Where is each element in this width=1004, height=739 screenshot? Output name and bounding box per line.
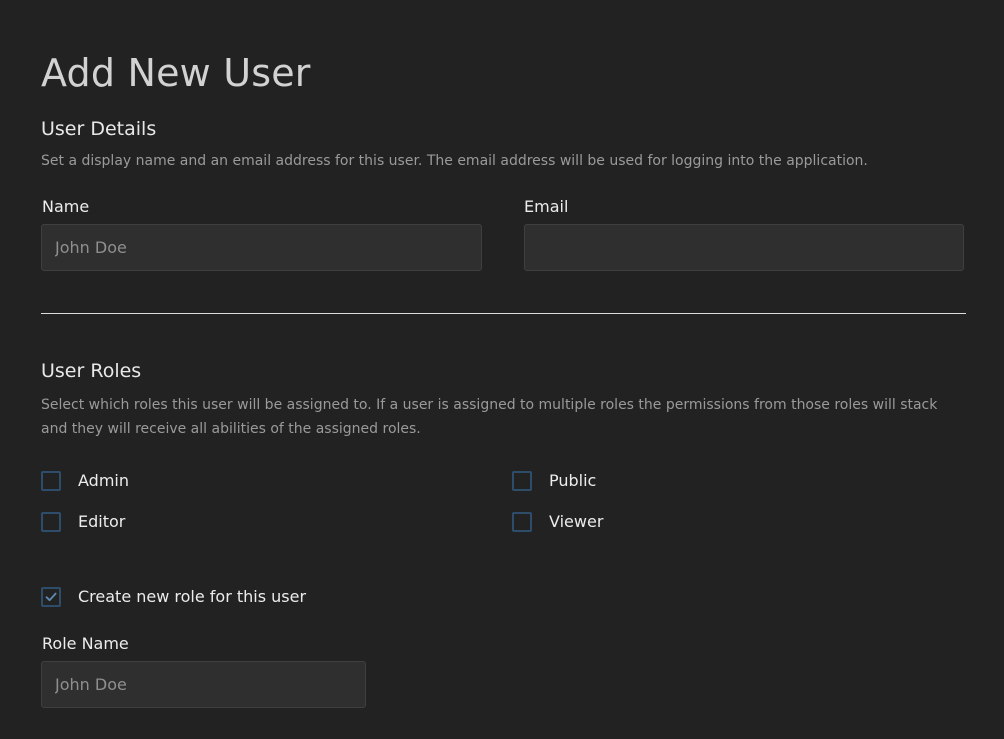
viewer-checkbox-label: Viewer <box>549 512 604 531</box>
editor-checkbox-label: Editor <box>78 512 126 531</box>
section-divider <box>41 313 966 314</box>
role-checkbox-editor[interactable]: Editor <box>41 511 125 533</box>
create-role-checkbox-label: Create new role for this user <box>78 587 307 606</box>
user-details-heading: User Details <box>41 118 157 140</box>
email-input[interactable] <box>524 224 964 271</box>
admin-checkbox-label: Admin <box>78 471 129 490</box>
email-label: Email <box>524 197 569 216</box>
check-icon <box>45 592 57 602</box>
public-checkbox-box[interactable] <box>512 471 532 491</box>
create-role-checkbox[interactable]: Create new role for this user <box>41 586 306 608</box>
user-details-description: Set a display name and an email address … <box>41 153 868 169</box>
admin-checkbox-box[interactable] <box>41 471 61 491</box>
create-role-checkbox-box[interactable] <box>41 587 61 607</box>
viewer-checkbox-box[interactable] <box>512 512 532 532</box>
role-name-input[interactable] <box>41 661 366 708</box>
public-checkbox-label: Public <box>549 471 597 490</box>
name-input[interactable] <box>41 224 482 271</box>
role-checkbox-viewer[interactable]: Viewer <box>512 511 603 533</box>
role-checkbox-public[interactable]: Public <box>512 470 596 492</box>
user-roles-description: Select which roles this user will be ass… <box>41 397 938 437</box>
role-name-label: Role Name <box>42 634 129 653</box>
name-label: Name <box>42 197 90 216</box>
user-roles-heading: User Roles <box>41 360 142 382</box>
editor-checkbox-box[interactable] <box>41 512 61 532</box>
role-checkbox-admin[interactable]: Admin <box>41 470 129 492</box>
page-title: Add New User <box>41 51 311 96</box>
